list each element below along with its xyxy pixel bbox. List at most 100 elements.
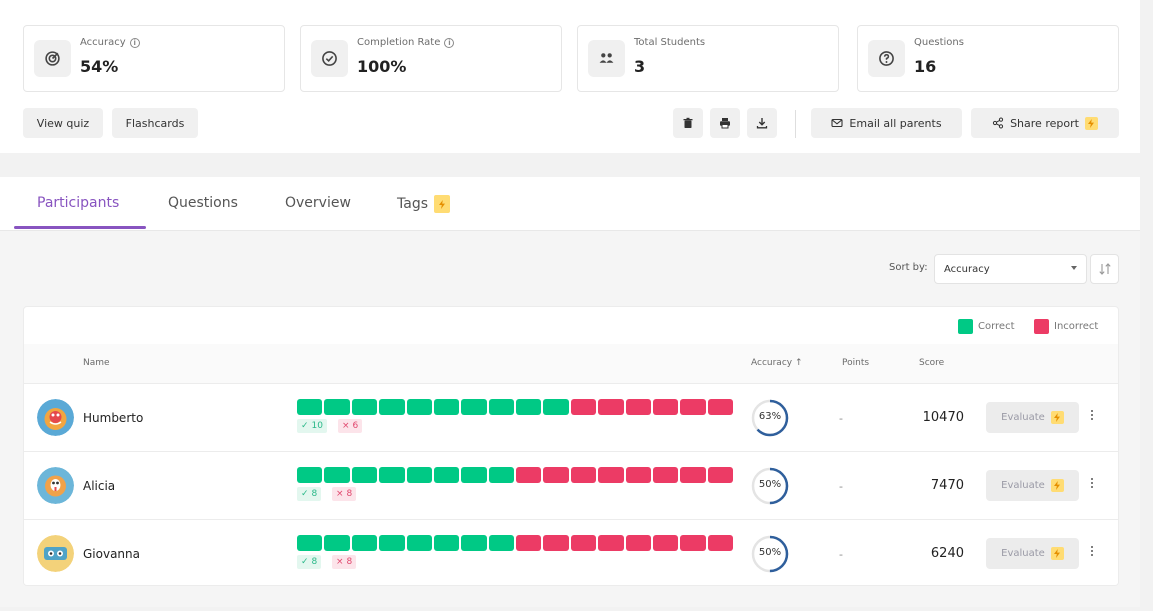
incorrect-answer-segment — [680, 535, 706, 551]
summary-panel: Accuracy i 54% Completion Rate i 100% Tota… — [0, 0, 1140, 153]
tab-tags-label: Tags — [397, 196, 428, 212]
incorrect-answer-segment — [570, 399, 597, 415]
sort-arrows-icon — [1098, 263, 1111, 275]
incorrect-answer-segment — [598, 399, 624, 415]
delete-button[interactable] — [673, 108, 703, 138]
incorrect-answer-segment — [598, 535, 624, 551]
tab-bar: Participants Questions Overview Tags — [0, 177, 1140, 231]
table-header: Name Accuracy ↑ Points Score — [24, 344, 1118, 383]
incorrect-answer-segment — [625, 535, 651, 551]
incorrect-answer-segment — [652, 399, 679, 415]
incorrect-answer-segment — [543, 467, 569, 483]
email-all-parents-label: Email all parents — [849, 116, 942, 130]
tab-participants[interactable]: Participants — [37, 195, 119, 211]
correct-answer-segment — [433, 535, 460, 551]
tab-overview[interactable]: Overview — [285, 195, 351, 211]
participant-name[interactable]: Humberto — [83, 411, 143, 425]
incorrect-answer-segment — [598, 467, 624, 483]
incorrect-count-chip: × 8 — [332, 487, 357, 501]
participants-table: Correct Incorrect Name Accuracy ↑ Points… — [23, 306, 1119, 586]
sort-value: Accuracy — [944, 263, 990, 275]
sort-select[interactable]: Accuracy — [934, 254, 1087, 284]
legend-incorrect: Incorrect — [1034, 319, 1098, 334]
info-icon[interactable]: i — [129, 37, 140, 48]
correct-answer-segment — [324, 399, 350, 415]
table-row[interactable]: Alicia ✓ 8 × 8 50% - 7470 Evaluate — [24, 451, 1118, 519]
incorrect-count: 8 — [346, 489, 353, 499]
download-button[interactable] — [747, 108, 777, 138]
mail-icon — [831, 118, 843, 128]
correct-count: 10 — [311, 421, 323, 431]
correct-answer-segment — [297, 535, 323, 551]
accuracy-value: 63% — [758, 411, 782, 422]
stat-card-questions: Questions 16 — [857, 25, 1119, 92]
avatar — [37, 467, 74, 504]
incorrect-count-chip: × 6 — [338, 419, 363, 433]
evaluate-button[interactable]: Evaluate — [986, 470, 1079, 501]
stat-value: 3 — [634, 57, 646, 76]
sort-direction-button[interactable] — [1090, 254, 1119, 284]
correct-answer-segment — [433, 399, 460, 415]
legend-swatch-correct — [958, 319, 973, 334]
incorrect-answer-segment — [652, 535, 679, 551]
share-report-button[interactable]: Share report — [971, 108, 1119, 138]
correct-answer-segment — [324, 535, 350, 551]
correct-answer-segment — [406, 399, 432, 415]
lightning-icon — [1050, 479, 1064, 492]
print-button[interactable] — [710, 108, 740, 138]
stat-card-accuracy: Accuracy i 54% — [23, 25, 285, 92]
more-options-icon[interactable] — [1086, 478, 1098, 494]
stat-label: Accuracy — [80, 37, 126, 48]
correct-answer-segment — [379, 535, 405, 551]
evaluate-button[interactable]: Evaluate — [986, 402, 1079, 433]
email-all-parents-button[interactable]: Email all parents — [811, 108, 962, 138]
column-header-accuracy[interactable]: Accuracy ↑ — [751, 358, 803, 368]
printer-icon — [720, 118, 730, 129]
incorrect-answer-segment — [516, 467, 542, 483]
incorrect-answer-segment — [570, 467, 597, 483]
stat-value: 54% — [80, 57, 119, 76]
column-header-score[interactable]: Score — [919, 358, 944, 368]
legend-swatch-incorrect — [1034, 319, 1049, 334]
table-row[interactable]: Giovanna ✓ 8 × 8 50% - 6240 Evaluate — [24, 519, 1118, 585]
flashcards-button[interactable]: Flashcards — [112, 108, 198, 138]
stat-value: 100% — [357, 57, 407, 76]
participant-name[interactable]: Alicia — [83, 479, 115, 493]
incorrect-answer-segment — [680, 467, 706, 483]
incorrect-count: 6 — [352, 421, 359, 431]
caret-down-icon — [1071, 266, 1077, 270]
column-header-points[interactable]: Points — [842, 358, 869, 368]
toolbar-divider — [795, 110, 796, 138]
download-icon — [756, 118, 768, 129]
tab-questions[interactable]: Questions — [168, 195, 238, 211]
correct-answer-segment — [324, 467, 350, 483]
accuracy-value: 50% — [758, 479, 782, 490]
correct-answer-segment — [351, 399, 378, 415]
correct-answer-segment — [379, 467, 405, 483]
correct-answer-segment — [488, 535, 514, 551]
target-icon — [34, 40, 71, 77]
points-value: - — [839, 412, 843, 425]
info-icon[interactable]: i — [444, 37, 455, 48]
more-options-icon[interactable] — [1086, 410, 1098, 426]
answer-bar — [297, 399, 733, 415]
score-value: 6240 — [930, 546, 964, 561]
evaluate-button[interactable]: Evaluate — [986, 538, 1079, 569]
legend-label: Correct — [978, 321, 1015, 332]
incorrect-count: 8 — [346, 557, 353, 567]
participant-name[interactable]: Giovanna — [83, 547, 140, 561]
lightning-icon — [434, 195, 450, 213]
incorrect-answer-segment — [543, 535, 569, 551]
evaluate-label: Evaluate — [1001, 480, 1045, 491]
more-options-icon[interactable] — [1086, 546, 1098, 562]
lightning-icon — [1084, 116, 1098, 130]
lightning-icon — [1050, 547, 1064, 560]
column-header-name[interactable]: Name — [83, 358, 110, 368]
table-row[interactable]: Humberto ✓ 10 × 6 63% - 10470 Evaluate — [24, 383, 1118, 451]
score-value: 7470 — [930, 478, 964, 493]
view-quiz-button[interactable]: View quiz — [23, 108, 103, 138]
users-icon — [588, 40, 625, 77]
incorrect-answer-segment — [680, 399, 706, 415]
tab-tags[interactable]: Tags — [397, 195, 450, 213]
incorrect-answer-segment — [652, 467, 679, 483]
